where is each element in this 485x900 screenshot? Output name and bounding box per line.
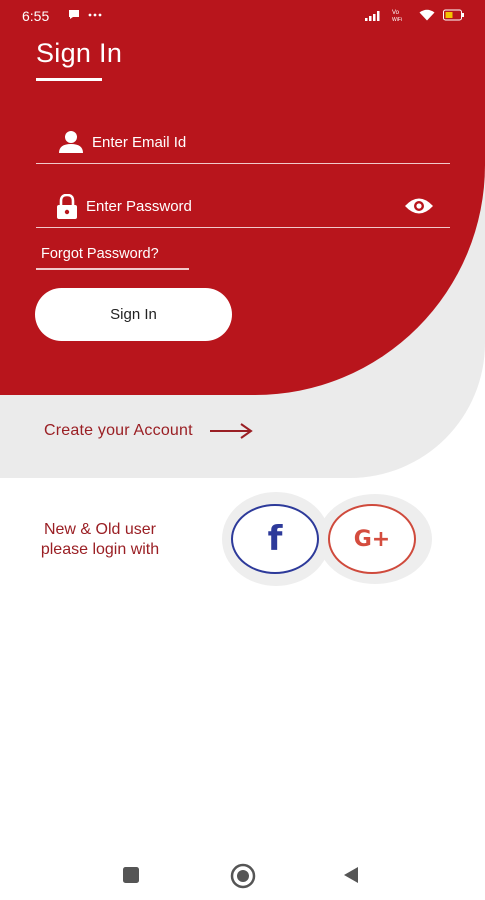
email-field-container bbox=[36, 122, 450, 164]
password-underline bbox=[36, 226, 450, 228]
social-text-line2: please login with bbox=[40, 541, 160, 558]
email-underline bbox=[36, 162, 450, 164]
signal-icon bbox=[365, 11, 380, 21]
status-bar: 6:55 Vo WiFi bbox=[0, 0, 485, 32]
battery-icon bbox=[443, 9, 464, 21]
title-underline bbox=[36, 78, 102, 81]
facebook-login-button[interactable]: f bbox=[231, 504, 319, 574]
social-login-text: New & Old user please login with bbox=[20, 520, 180, 560]
show-password-eye-icon[interactable] bbox=[404, 197, 434, 215]
system-navigation-bar bbox=[0, 848, 485, 900]
volte-icon: VoWiFi bbox=[392, 10, 402, 22]
google-plus-login-button[interactable]: G+ bbox=[328, 504, 416, 574]
chat-bubble-icon bbox=[69, 10, 79, 19]
email-input[interactable] bbox=[92, 122, 432, 162]
status-system-icons: Vo WiFi bbox=[365, 8, 465, 22]
page-title: Sign In bbox=[36, 38, 123, 68]
volte-text-wifi: WiFi bbox=[392, 17, 402, 22]
recents-square-icon[interactable] bbox=[122, 866, 140, 884]
create-account-link[interactable]: Create your Account bbox=[44, 422, 253, 440]
google-plus-icon: G+ bbox=[353, 526, 391, 552]
sign-in-button[interactable]: Sign In bbox=[35, 288, 232, 341]
user-icon bbox=[59, 131, 83, 153]
lock-icon bbox=[57, 194, 77, 219]
status-time: 6:55 bbox=[22, 8, 50, 24]
arrow-right-icon bbox=[209, 423, 253, 439]
wifi-icon bbox=[419, 9, 435, 21]
create-account-label: Create your Account bbox=[44, 422, 193, 439]
password-field-container bbox=[36, 186, 450, 228]
back-triangle-icon[interactable] bbox=[342, 866, 360, 884]
facebook-icon: f bbox=[267, 519, 283, 559]
forgot-password-link[interactable]: Forgot Password? bbox=[36, 246, 189, 270]
home-circle-icon[interactable] bbox=[230, 863, 256, 889]
password-input[interactable] bbox=[86, 186, 386, 226]
status-notification-icons bbox=[68, 9, 102, 20]
forgot-password-underline bbox=[36, 268, 189, 270]
more-dots-icon bbox=[88, 13, 102, 16]
volte-text-vo: Vo bbox=[392, 10, 400, 16]
social-text-line1: New & Old user bbox=[43, 521, 157, 538]
